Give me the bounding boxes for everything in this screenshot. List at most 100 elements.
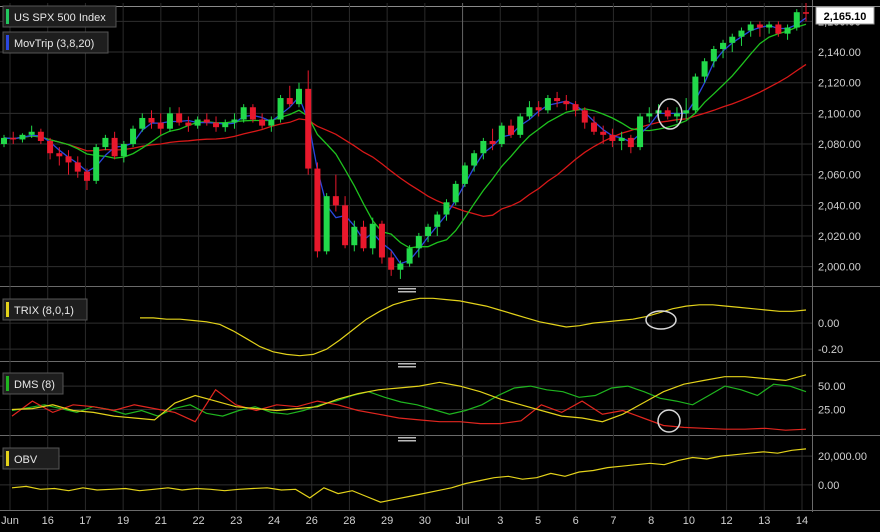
candle-25 (231, 119, 238, 123)
last-price-label: 2,165.10 (824, 11, 867, 23)
main-legend-swatch (6, 9, 9, 24)
x-tick-7: 24 (268, 515, 280, 527)
x-tick-0: Jun (1, 515, 19, 527)
x-tick-3: 19 (117, 515, 129, 527)
candle-70 (646, 113, 653, 117)
candle-53 (489, 140, 496, 145)
trix-legend-swatch (6, 302, 9, 317)
x-tick-12: Jul (456, 515, 470, 527)
x-tick-20: 13 (758, 515, 770, 527)
candle-50 (461, 165, 468, 184)
candle-78 (720, 42, 727, 49)
candle-17 (157, 122, 164, 129)
resize-handle-1[interactable] (398, 288, 416, 290)
candle-84 (775, 24, 782, 34)
main-y-tick-5: 2,100.00 (818, 108, 861, 120)
candle-86 (793, 12, 800, 28)
candle-76 (701, 61, 708, 77)
candle-36 (332, 196, 339, 206)
main-y-tick-0: 2,000.00 (818, 262, 861, 274)
candle-41 (378, 223, 385, 258)
candle-85 (784, 27, 791, 34)
main-y-tick-6: 2,120.00 (818, 78, 861, 90)
pane2-y-tick-1: 25.00 (818, 405, 846, 417)
candle-5 (47, 140, 54, 154)
candle-4 (37, 131, 44, 141)
candle-54 (498, 125, 505, 145)
candle-23 (213, 122, 220, 128)
candle-0 (1, 137, 7, 145)
candle-79 (729, 36, 736, 43)
candle-59 (544, 98, 551, 111)
candle-11 (102, 137, 109, 148)
candle-18 (166, 113, 173, 129)
resize-handle-2[interactable] (398, 363, 416, 365)
candle-61 (563, 101, 570, 105)
candle-38 (351, 226, 358, 246)
candle-60 (554, 98, 561, 102)
x-tick-5: 22 (192, 515, 204, 527)
candle-31 (286, 98, 293, 105)
resize-handle-1b[interactable] (398, 291, 416, 293)
candle-80 (738, 30, 745, 37)
x-tick-17: 8 (648, 515, 654, 527)
pane3-y-tick-1: 0.00 (818, 480, 839, 492)
candle-68 (627, 137, 634, 148)
x-tick-8: 26 (306, 515, 318, 527)
candle-40 (369, 223, 376, 249)
candle-64 (590, 122, 597, 132)
main-y-tick-3: 2,060.00 (818, 170, 861, 182)
candle-19 (176, 113, 183, 123)
candle-13 (120, 144, 127, 157)
x-tick-19: 12 (720, 515, 732, 527)
candle-55 (508, 125, 515, 135)
candle-83 (766, 24, 773, 28)
chart-window: 2,000.00 2,020.00 2,040.00 2,060.00 2,080.00… (0, 0, 880, 532)
candle-29 (268, 119, 275, 126)
candle-1 (10, 137, 17, 140)
pane2-y-tick-0: 50.00 (818, 381, 846, 393)
candle-52 (480, 140, 487, 154)
candle-15 (139, 117, 146, 129)
candle-47 (434, 214, 441, 227)
candle-9 (83, 171, 90, 181)
candle-20 (185, 122, 192, 126)
candle-32 (295, 88, 302, 105)
x-tick-2: 17 (79, 515, 91, 527)
candle-56 (517, 116, 524, 135)
candle-67 (618, 137, 625, 141)
candle-66 (609, 134, 616, 141)
candle-45 (415, 236, 422, 249)
x-tick-4: 21 (155, 515, 167, 527)
x-tick-13: 3 (497, 515, 503, 527)
candle-74 (683, 110, 690, 114)
background (0, 0, 880, 532)
candle-44 (406, 248, 413, 264)
candle-75 (692, 76, 699, 111)
candle-37 (342, 205, 349, 246)
x-tick-15: 6 (573, 515, 579, 527)
candle-10 (93, 147, 100, 181)
resize-handle-3b[interactable] (398, 440, 416, 442)
candle-39 (360, 226, 367, 249)
candle-82 (756, 24, 763, 28)
main-y-tick-4: 2,080.00 (818, 139, 861, 151)
candle-2 (19, 134, 26, 140)
x-tick-18: 10 (683, 515, 695, 527)
candle-65 (600, 131, 607, 135)
candle-46 (425, 226, 432, 237)
candle-14 (130, 128, 137, 145)
candle-81 (747, 24, 754, 31)
resize-handle-2b[interactable] (398, 366, 416, 368)
dms-legend-swatch (6, 376, 9, 391)
candle-6 (56, 153, 63, 157)
resize-handle-3[interactable] (398, 437, 416, 439)
overlay-label: MovTrip (3,8,20) (14, 38, 94, 50)
pane1-y-tick-0: 0.00 (818, 318, 839, 330)
candle-72 (664, 110, 671, 117)
chart-canvas: 2,000.00 2,020.00 2,040.00 2,060.00 2,080.00… (0, 0, 880, 532)
x-tick-14: 5 (535, 515, 541, 527)
x-tick-6: 23 (230, 515, 242, 527)
candle-12 (111, 137, 118, 157)
trix-label: TRIX (8,0,1) (14, 305, 74, 317)
